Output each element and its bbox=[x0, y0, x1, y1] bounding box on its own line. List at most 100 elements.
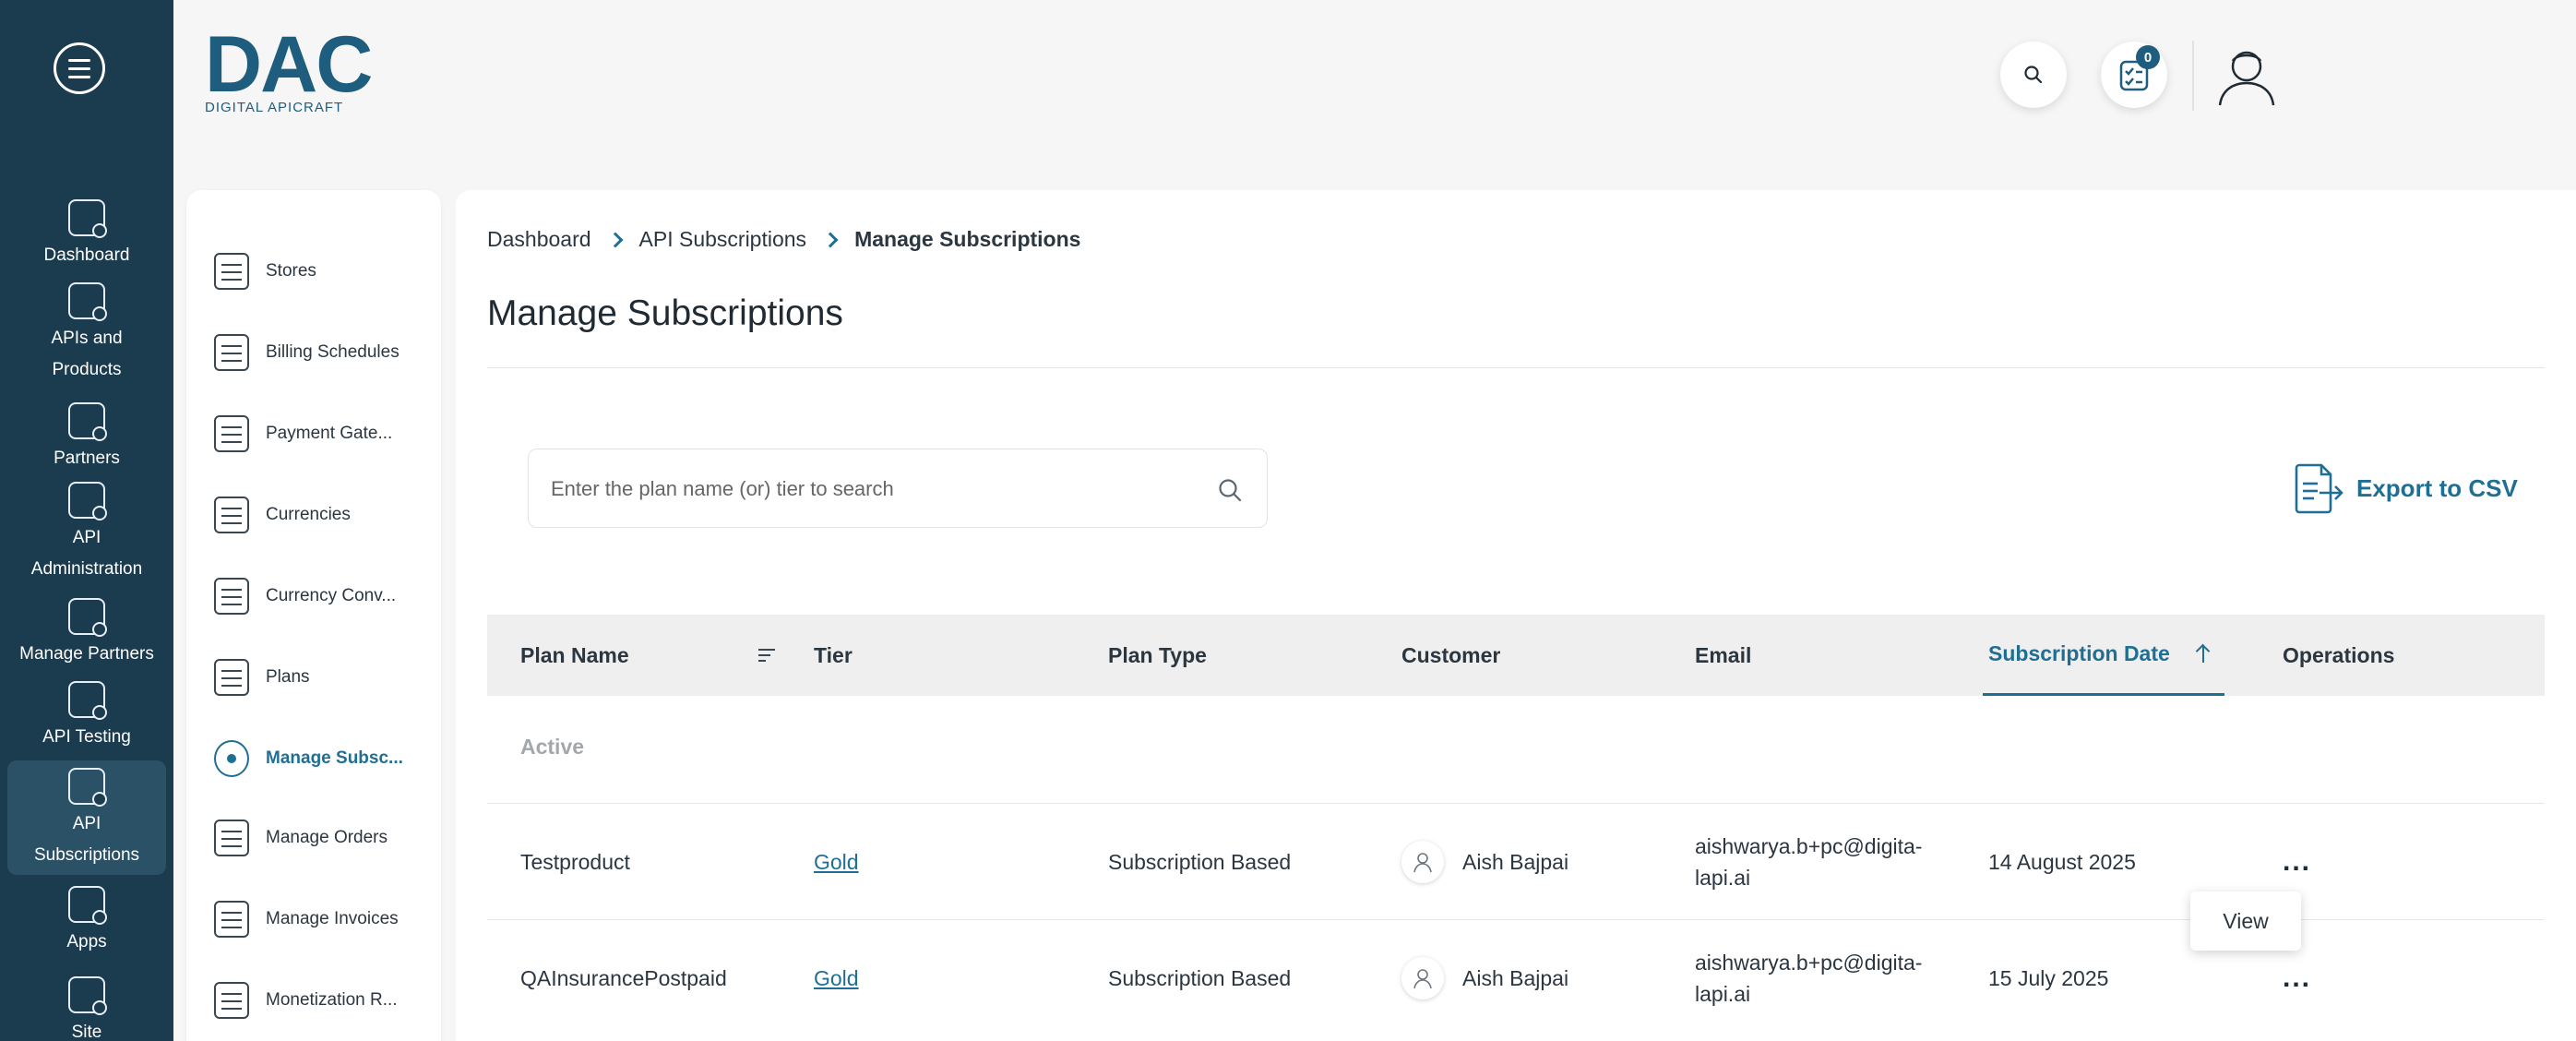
logo[interactable]: DAC DIGITAL APICRAFT bbox=[205, 20, 380, 115]
cell-plan-type: Subscription Based bbox=[1108, 849, 1292, 874]
subnav-item-label: Payment Gate... bbox=[266, 424, 393, 443]
subnav-item-label: Stores bbox=[266, 261, 316, 281]
rail-item-label: Dashboard bbox=[43, 245, 130, 265]
rail-item-partners[interactable]: Partners bbox=[0, 402, 173, 474]
search-icon[interactable] bbox=[1217, 477, 1243, 503]
cell-tier-link[interactable]: Gold bbox=[814, 804, 859, 920]
column-header-operations: Operations bbox=[2283, 615, 2394, 696]
search-input[interactable] bbox=[551, 472, 1197, 507]
breadcrumb-api-subscriptions[interactable]: API Subscriptions bbox=[639, 227, 807, 252]
apis-products-icon bbox=[68, 282, 107, 321]
api-subscriptions-icon bbox=[68, 768, 107, 807]
breadcrumb-current: Manage Subscriptions bbox=[854, 227, 1081, 251]
subnav-item-label: Monetization R... bbox=[266, 990, 398, 1010]
api-admin-icon bbox=[68, 482, 107, 520]
manage-subscriptions-icon bbox=[214, 740, 249, 777]
currencies-icon bbox=[214, 497, 249, 533]
filter-lines-icon[interactable] bbox=[757, 649, 775, 662]
column-header-subscription-date[interactable]: Subscription Date bbox=[1983, 615, 2224, 696]
user-icon bbox=[2218, 51, 2275, 106]
group-label-active: Active bbox=[520, 735, 585, 759]
manage-invoices-icon bbox=[214, 901, 249, 938]
cell-plan-name: Testproduct bbox=[520, 849, 630, 874]
customer-name: Aish Bajpai bbox=[1462, 965, 1569, 990]
cell-customer: Aish Bajpai bbox=[1401, 804, 1568, 920]
manage-orders-icon bbox=[214, 820, 249, 856]
rail-item-apps[interactable]: Apps bbox=[0, 886, 173, 958]
subnav-item-label: Currencies bbox=[266, 505, 351, 524]
column-header-plan-type[interactable]: Plan Type bbox=[1108, 615, 1207, 696]
cell-customer: Aish Bajpai bbox=[1401, 920, 1568, 1036]
column-header-plan-name[interactable]: Plan Name bbox=[520, 615, 775, 696]
rail-item-api-subscriptions[interactable]: API Subscriptions bbox=[7, 760, 166, 875]
dashboard-icon bbox=[68, 199, 107, 238]
rail-item-label: API Testing bbox=[42, 727, 131, 747]
export-csv-button[interactable]: Export to CSV bbox=[2292, 461, 2518, 515]
logo-mark: DAC bbox=[205, 20, 373, 109]
tasks-count-badge: 0 bbox=[2136, 45, 2160, 69]
subnav-item-stores[interactable]: Stores bbox=[214, 247, 435, 295]
rail-item-label: Apps bbox=[66, 932, 107, 951]
api-testing-icon bbox=[68, 681, 107, 720]
subnav-item-billing-schedules[interactable]: Billing Schedules bbox=[214, 329, 435, 377]
rail-item-site[interactable]: Site bbox=[0, 976, 173, 1041]
subnav-item-manage-subscriptions[interactable]: Manage Subsc... bbox=[214, 735, 435, 783]
menu-icon[interactable] bbox=[54, 42, 105, 94]
cell-email: aishwarya.b+pc@digita- lapi.ai bbox=[1695, 920, 1953, 1036]
subnav-item-payment-gateways[interactable]: Payment Gate... bbox=[214, 410, 435, 458]
email-line: aishwarya.b+pc@digita- bbox=[1695, 834, 1923, 858]
subnav-item-label: Manage Invoices bbox=[266, 909, 399, 928]
plans-icon bbox=[214, 659, 249, 696]
subnav-item-monetization-reports[interactable]: Monetization R... bbox=[214, 976, 435, 1024]
column-header-label: Plan Name bbox=[520, 642, 629, 667]
header-search-button[interactable] bbox=[2000, 42, 2067, 108]
subnav-item-plans[interactable]: Plans bbox=[214, 653, 435, 701]
apps-icon bbox=[68, 886, 107, 925]
subnav-item-manage-invoices[interactable]: Manage Invoices bbox=[214, 895, 435, 943]
cell-plan-name: QAInsurancePostpaid bbox=[520, 965, 727, 990]
page-title: Manage Subscriptions bbox=[487, 293, 843, 333]
table-header: Plan Name Tier Plan Type Customer Email … bbox=[487, 615, 2545, 696]
header-tasks-button[interactable]: 0 bbox=[2101, 42, 2167, 108]
subnav-item-label: Manage Orders bbox=[266, 828, 388, 847]
divider bbox=[487, 367, 2545, 368]
subnav-item-currency-conversion[interactable]: Currency Conv... bbox=[214, 572, 435, 620]
left-rail: Dashboard APIs and Products Partners API… bbox=[0, 0, 173, 1041]
subnav-item-manage-orders[interactable]: Manage Orders bbox=[214, 814, 435, 862]
customer-avatar-icon bbox=[1401, 841, 1444, 883]
payment-gateway-icon bbox=[214, 415, 249, 452]
column-header-label: Subscription Date bbox=[1988, 641, 2170, 665]
subnav-item-currencies[interactable]: Currencies bbox=[214, 491, 435, 539]
column-header-customer[interactable]: Customer bbox=[1401, 615, 1500, 696]
rail-item-label: Partners bbox=[54, 449, 120, 468]
subnav-item-label: Manage Subsc... bbox=[266, 748, 403, 768]
column-header-label: Tier bbox=[814, 642, 853, 667]
cell-subscription-date: 14 August 2025 bbox=[1988, 849, 2136, 874]
column-header-tier[interactable]: Tier bbox=[814, 615, 853, 696]
view-menu-item[interactable]: View bbox=[2190, 891, 2301, 951]
chevron-right-icon bbox=[607, 232, 624, 247]
breadcrumb-dashboard[interactable]: Dashboard bbox=[487, 227, 591, 252]
subnav-item-label: Currency Conv... bbox=[266, 586, 397, 605]
rail-item-apis-products[interactable]: APIs and Products bbox=[0, 282, 173, 386]
customer-avatar-icon bbox=[1401, 957, 1444, 999]
subnav-item-label: Plans bbox=[266, 667, 310, 687]
cell-plan-type: Subscription Based bbox=[1108, 965, 1292, 990]
manage-partners-icon bbox=[68, 598, 107, 637]
user-avatar[interactable] bbox=[2212, 41, 2281, 109]
rail-item-label: API Administration bbox=[30, 528, 143, 579]
customer-name: Aish Bajpai bbox=[1462, 849, 1569, 874]
rail-item-api-testing[interactable]: API Testing bbox=[0, 681, 173, 753]
cell-tier-link[interactable]: Gold bbox=[814, 920, 859, 1036]
currency-conversion-icon bbox=[214, 578, 249, 615]
rail-item-api-administration[interactable]: API Administration bbox=[0, 482, 173, 585]
column-header-label: Operations bbox=[2283, 642, 2395, 667]
column-header-label: Email bbox=[1695, 642, 1752, 667]
export-csv-label: Export to CSV bbox=[2356, 473, 2518, 502]
rail-item-dashboard[interactable]: Dashboard bbox=[0, 199, 173, 271]
rail-item-label: API Subscriptions bbox=[33, 814, 140, 865]
rail-item-manage-partners[interactable]: Manage Partners bbox=[0, 598, 173, 670]
secondary-nav: Stores Billing Schedules Payment Gate...… bbox=[186, 190, 441, 1041]
rail-item-label: Manage Partners bbox=[19, 644, 154, 664]
column-header-email[interactable]: Email bbox=[1695, 615, 1751, 696]
